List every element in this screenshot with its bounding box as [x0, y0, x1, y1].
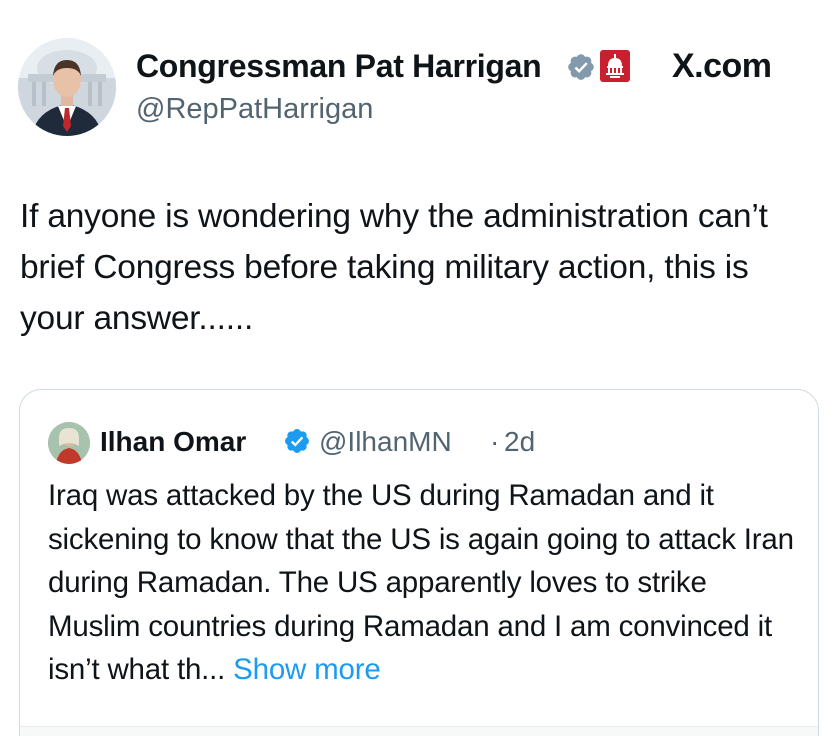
quoted-tweet-card[interactable]: Ilhan Omar @IlhanMN · 2d Iraq was attack… — [19, 389, 819, 736]
quote-author-handle[interactable]: @IlhanMN — [319, 424, 452, 460]
gray-verified-check-icon — [568, 54, 594, 80]
quote-text: Iraq was attacked by the US during Ramad… — [48, 474, 800, 692]
quote-author-name[interactable]: Ilhan Omar — [100, 424, 246, 460]
blue-verified-check-icon — [285, 429, 309, 453]
quote-body: Iraq was attacked by the US during Ramad… — [48, 479, 794, 686]
show-more-link[interactable]: Show more — [233, 653, 381, 686]
tweet-text: If anyone is wondering why the administr… — [20, 198, 768, 337]
author-avatar[interactable] — [18, 38, 116, 136]
quote-timestamp[interactable]: 2d — [504, 424, 535, 460]
site-label: X.com — [672, 47, 772, 85]
author-name[interactable]: Congressman Pat Harrigan — [136, 46, 542, 86]
author-handle[interactable]: @RepPatHarrigan — [136, 91, 373, 127]
quote-separator: · — [490, 426, 500, 457]
quote-card-footer — [20, 726, 818, 736]
us-capitol-badge-icon — [600, 50, 630, 82]
quote-author-avatar[interactable] — [48, 422, 90, 464]
